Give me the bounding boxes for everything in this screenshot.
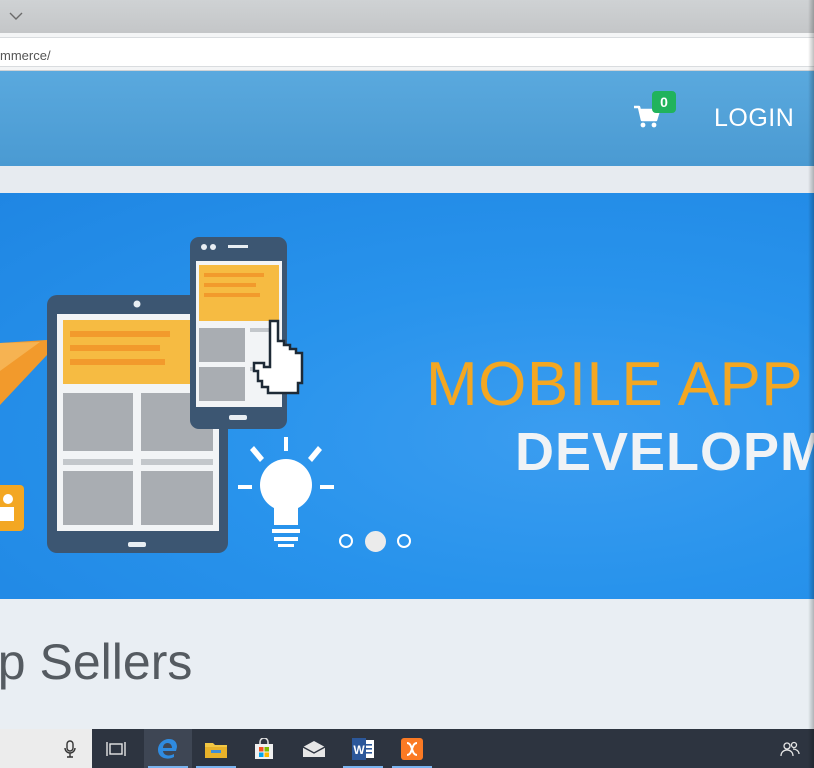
carousel-dot-2[interactable]	[365, 531, 386, 552]
address-bar: mmerce/	[0, 33, 814, 71]
url-field[interactable]: mmerce/	[0, 37, 814, 67]
mobile-app-illustration	[0, 237, 334, 553]
window-edge-shadow	[808, 0, 814, 768]
taskbar-search-box[interactable]	[0, 729, 92, 768]
hero-headline-line2: DEVELOPM	[515, 422, 814, 482]
hero-top-spacer	[0, 166, 814, 193]
svg-text:W: W	[353, 743, 365, 757]
os-taskbar: W	[0, 729, 814, 768]
cart-count-badge: 0	[652, 91, 676, 113]
chevron-down-icon[interactable]	[6, 6, 26, 26]
mail-icon[interactable]	[290, 729, 338, 768]
word-icon[interactable]: W	[339, 729, 387, 768]
microphone-icon[interactable]	[48, 729, 92, 768]
file-explorer-icon[interactable]	[192, 729, 240, 768]
section-title: op Sellers	[0, 634, 193, 690]
hero-headline-line1: MOBILE APP	[426, 350, 804, 419]
task-view-icon[interactable]	[92, 729, 140, 768]
carousel-dot-1[interactable]	[339, 534, 353, 548]
store-icon[interactable]	[240, 729, 288, 768]
carousel-dot-3[interactable]	[397, 534, 411, 548]
browser-titlebar	[0, 0, 814, 33]
xampp-icon[interactable]	[388, 729, 436, 768]
site-navbar: 0 LOGIN	[0, 71, 814, 166]
edge-icon[interactable]	[144, 729, 192, 768]
people-icon[interactable]	[766, 729, 814, 768]
hero-carousel: MOBILE APP DEVELOPM	[0, 193, 814, 599]
login-link[interactable]: LOGIN	[714, 104, 794, 133]
url-text: mmerce/	[0, 48, 51, 63]
